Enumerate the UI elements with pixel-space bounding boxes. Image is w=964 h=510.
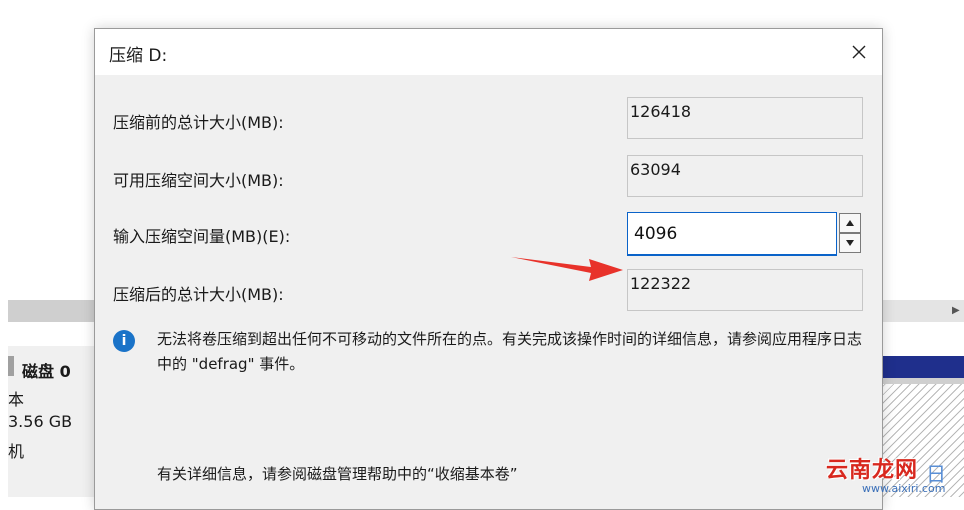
disk-size: 3.56 GB (8, 412, 73, 431)
shrink-amount-input[interactable] (627, 212, 837, 256)
size-before-label: 压缩前的总计大小(MB): (113, 113, 284, 132)
disk-icon (8, 356, 14, 376)
shrink-dialog: 压缩 D: 压缩前的总计大小(MB): 126418 可用压缩空间大小(MB):… (94, 28, 883, 510)
info-message: 无法将卷压缩到超出任何不可移动的文件所在的点。有关完成该操作时间的详细信息，请参… (157, 330, 863, 373)
disk-label: 磁盘 0 (22, 362, 71, 381)
background-scroll-arrow-icon[interactable]: ▶ (952, 305, 960, 316)
chevron-up-icon (846, 220, 854, 226)
size-after-label: 压缩后的总计大小(MB): (113, 285, 284, 304)
available-space-label: 可用压缩空间大小(MB): (113, 171, 284, 190)
disk-type: 本 (8, 390, 25, 409)
close-button[interactable] (836, 29, 882, 75)
chevron-down-icon (846, 240, 854, 246)
close-icon (852, 45, 866, 59)
partition-divider (880, 378, 964, 384)
disk-info-panel: 磁盘 0 本 3.56 GB 机 (8, 346, 96, 497)
watermark-brand: 云南龙网 (826, 458, 919, 483)
help-message: 有关详细信息，请参阅磁盘管理帮助中的“收缩基本卷” (157, 465, 518, 483)
shrink-amount-label: 输入压缩空间量(MB)(E): (113, 227, 291, 246)
spin-up-button[interactable] (839, 213, 861, 233)
dialog-titlebar: 压缩 D: (95, 29, 882, 75)
shrink-amount-spinner[interactable] (627, 212, 863, 256)
partition-header-bar (880, 356, 964, 378)
dialog-content: 压缩前的总计大小(MB): 126418 可用压缩空间大小(MB): 63094… (95, 75, 882, 509)
available-space-field: 63094 (627, 155, 863, 197)
watermark: 云南龙网 日 www.aixiri.com (826, 452, 964, 497)
size-before-field: 126418 (627, 97, 863, 139)
size-after-field: 122322 (627, 269, 863, 311)
spin-down-button[interactable] (839, 233, 861, 253)
info-icon: i (113, 330, 135, 352)
dialog-title: 压缩 D: (109, 46, 168, 66)
pointer-arrow-icon (511, 257, 623, 281)
watermark-url: www.aixiri.com (862, 482, 946, 495)
disk-status: 机 (8, 442, 25, 461)
